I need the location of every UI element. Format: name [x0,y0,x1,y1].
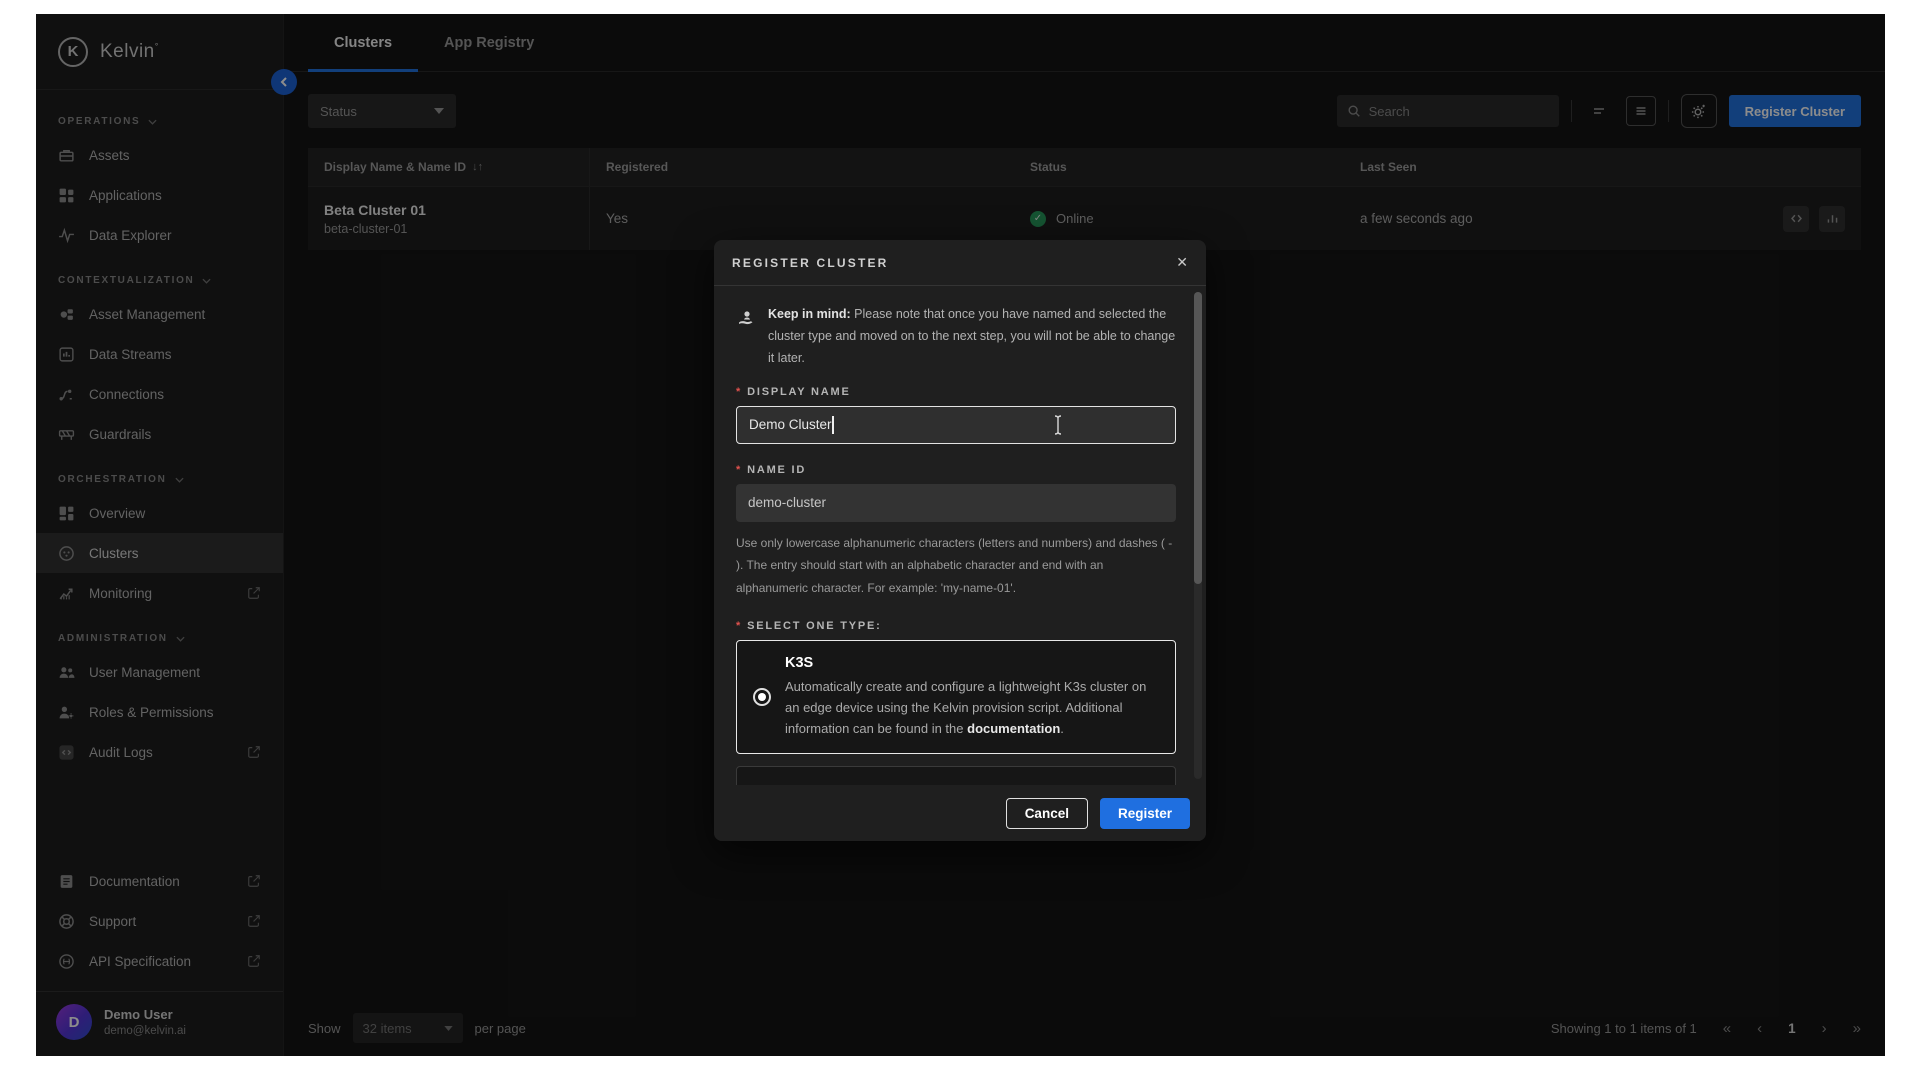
name-id-help-text: Use only lowercase alphanumeric characte… [736,532,1176,600]
keep-in-mind-note: Keep in mind: Please note that once you … [736,304,1176,370]
text-caret [832,416,834,434]
cancel-button[interactable]: Cancel [1006,798,1088,829]
app-window: K Kelvin° OPERATIONS Assets Applications… [36,14,1885,1056]
select-type-label: * SELECT ONE TYPE: [736,620,1176,632]
display-name-label: * DISPLAY NAME [736,386,1176,398]
modal-footer: Cancel Register [714,785,1206,841]
name-id-input[interactable] [736,484,1176,522]
required-asterisk: * [736,386,742,398]
close-icon[interactable]: ✕ [1176,254,1188,271]
display-name-input[interactable] [736,406,1176,444]
cluster-type-option-k3s[interactable]: K3S Automatically create and configure a… [736,640,1176,754]
required-asterisk: * [736,464,742,476]
modal-title: REGISTER CLUSTER [732,256,889,270]
option-description: Automatically create and configure a lig… [785,677,1159,739]
modal-scrollbar-thumb[interactable] [1194,292,1202,584]
modal-header: REGISTER CLUSTER ✕ [714,240,1206,286]
ibeam-cursor [1052,414,1064,436]
documentation-link[interactable]: documentation [967,721,1060,736]
required-asterisk: * [736,620,742,632]
modal-body: Keep in mind: Please note that once you … [714,286,1206,785]
name-id-label: * NAME ID [736,464,1176,476]
cluster-type-option-kubernetes[interactable]: Kubernetes [736,766,1176,785]
register-cluster-modal: REGISTER CLUSTER ✕ Keep in mind: Please … [714,240,1206,841]
note-bold: Keep in mind: [768,307,851,321]
option-title: K3S [785,655,1159,671]
radio-selected-icon[interactable] [753,688,771,706]
register-button[interactable]: Register [1100,798,1190,829]
modal-scrollbar-track [1194,292,1202,779]
reminder-icon [736,308,756,328]
